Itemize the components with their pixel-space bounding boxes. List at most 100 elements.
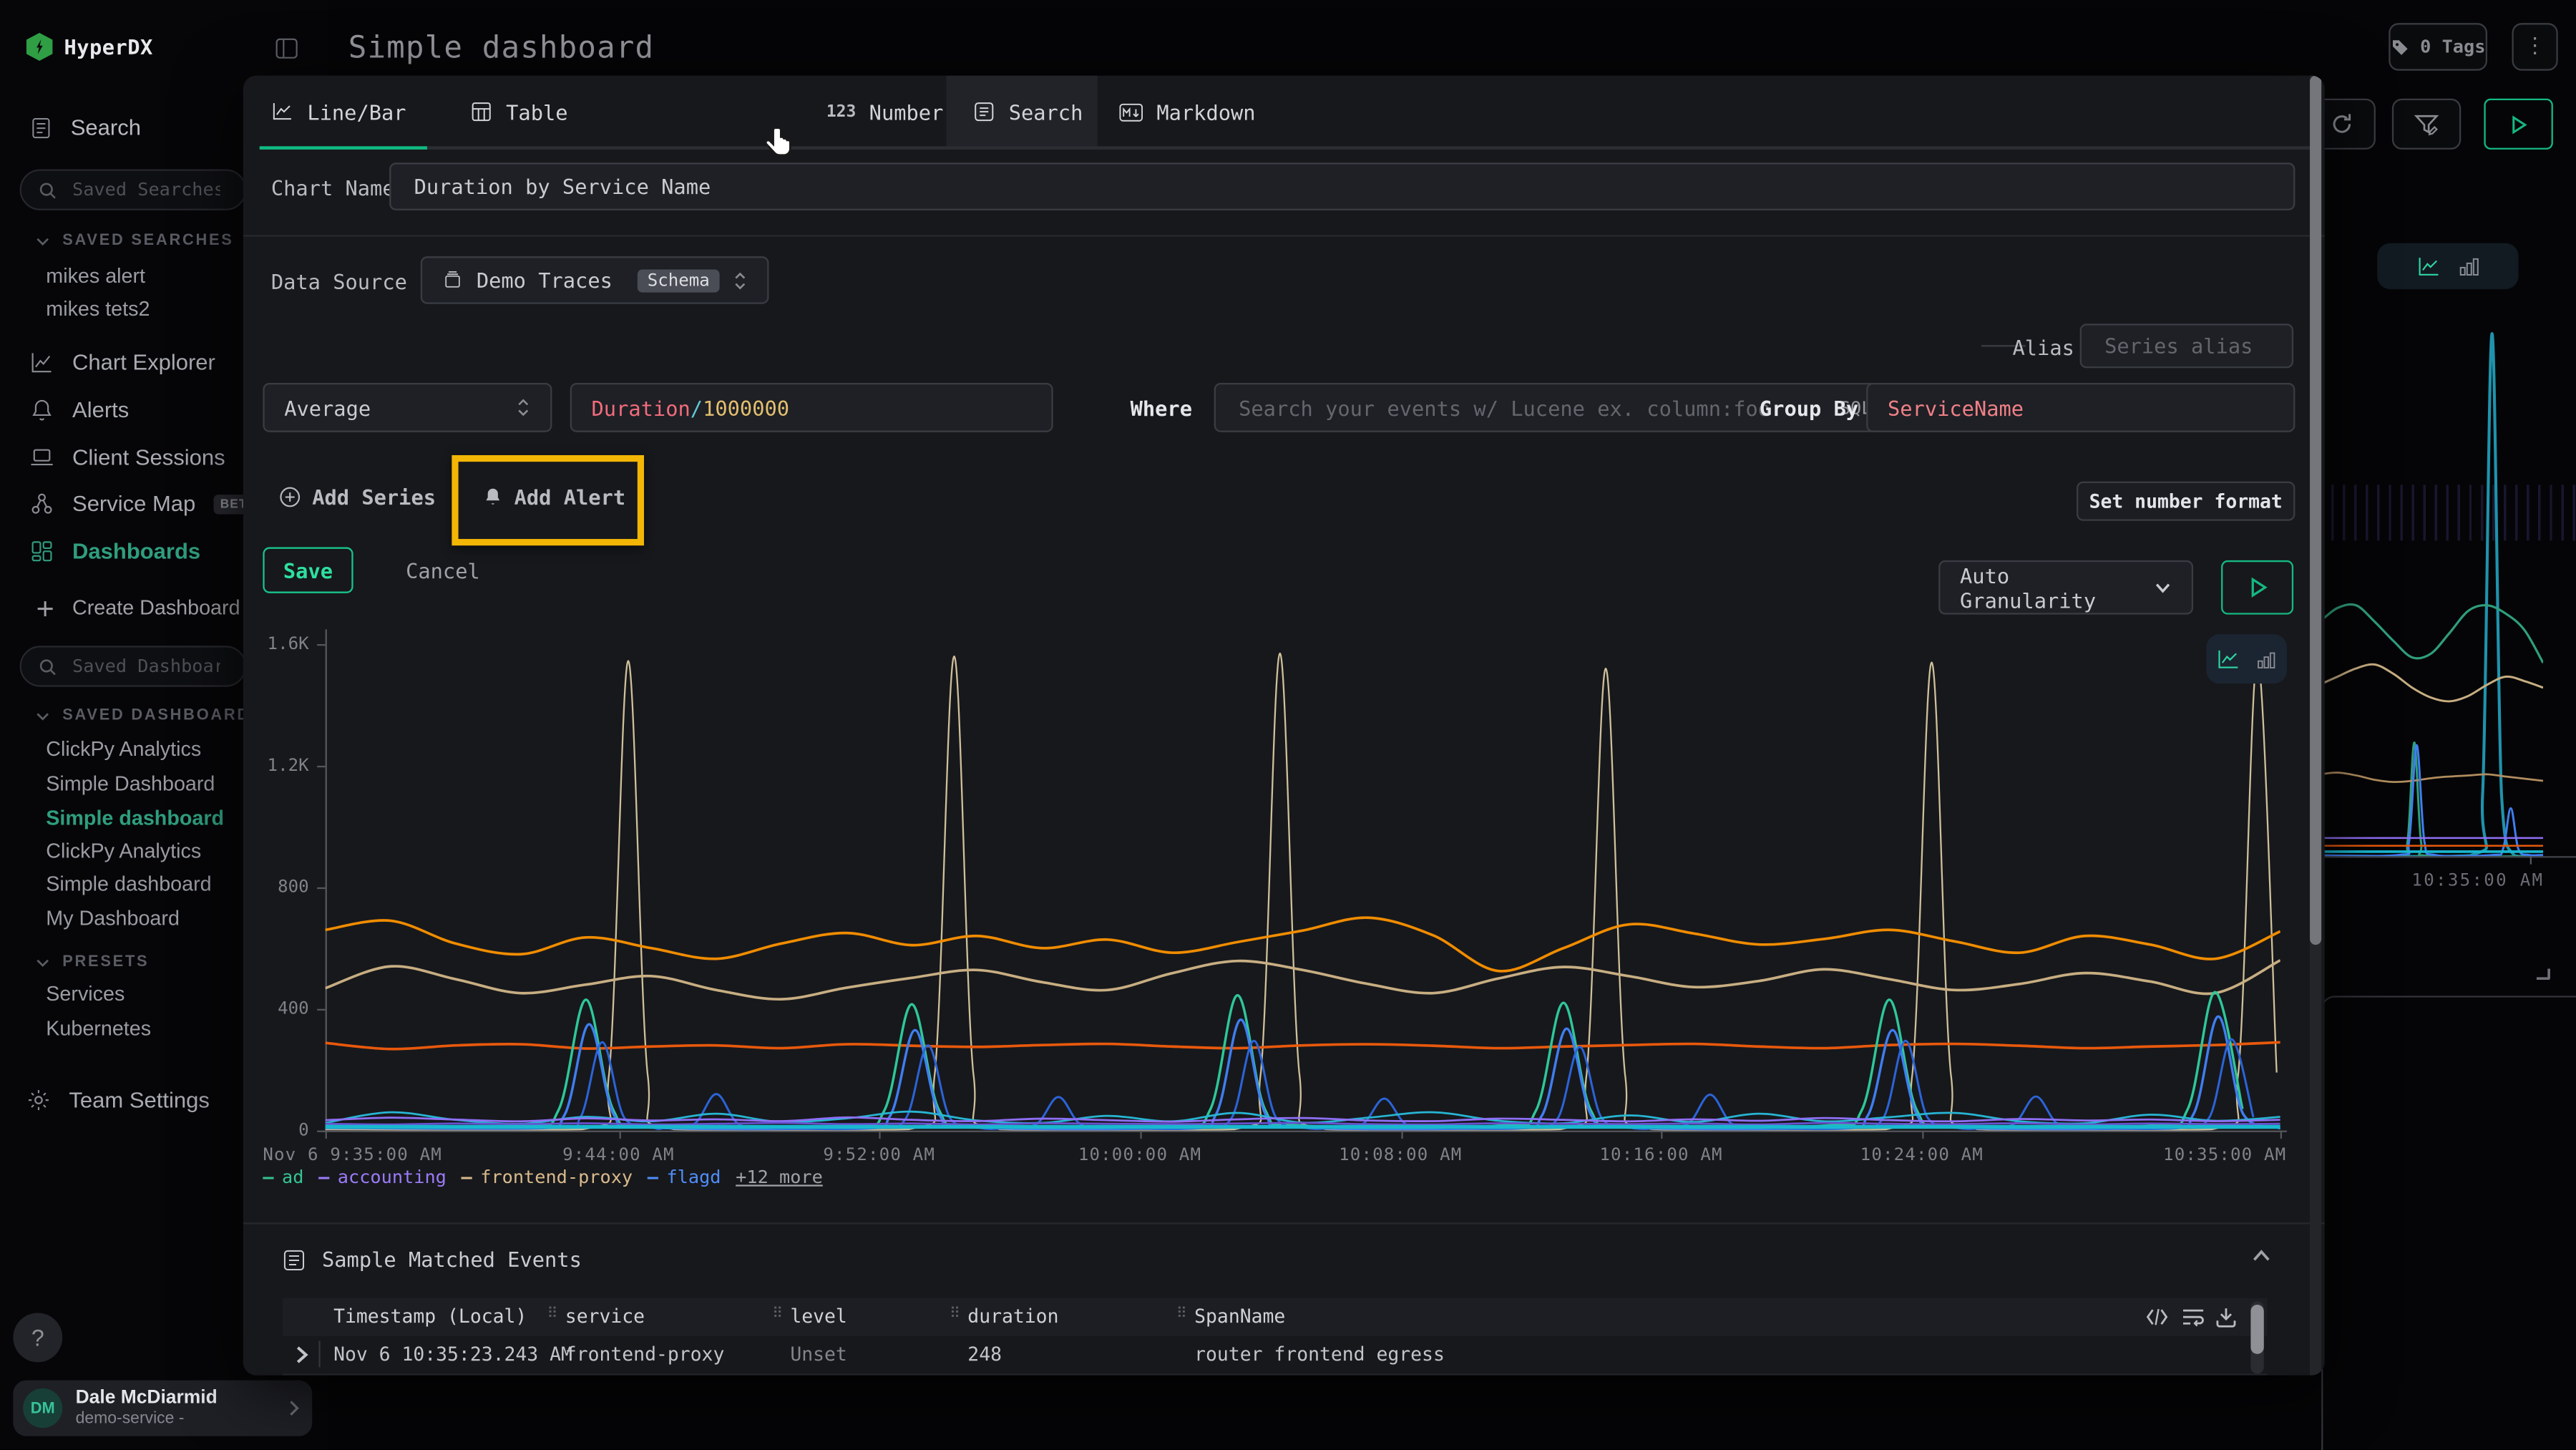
legend-item-accounting[interactable]: —accounting (318, 1167, 447, 1188)
chart-legend: —ad —accounting —frontend-proxy —flagd +… (263, 1167, 822, 1188)
column-header-service[interactable]: service (565, 1305, 645, 1328)
save-button[interactable]: Save (263, 548, 353, 593)
saved-dashboards-input[interactable] (69, 654, 223, 678)
column-header-spanname[interactable]: SpanName (1194, 1305, 1285, 1328)
sidebar-collapse-button[interactable] (270, 31, 303, 64)
sidebar-item-service-map[interactable]: Service Map BETA (29, 491, 263, 515)
duration-by-service-chart[interactable] (326, 629, 2280, 1130)
sidebar-item-search[interactable]: Search (29, 115, 141, 140)
sidebar-item-team-settings[interactable]: Team Settings (26, 1088, 210, 1112)
saved-dashboard-item[interactable]: ClickPy Analytics (46, 840, 201, 862)
tab-line-bar[interactable]: Line/Bar (271, 76, 406, 148)
series-teal-spike (2300, 334, 2543, 857)
saved-searches-searchbox[interactable] (20, 169, 247, 210)
sidebar-item-client-sessions[interactable]: Client Sessions (29, 445, 225, 469)
page-title[interactable]: Simple dashboard (348, 31, 655, 66)
presets-section-header[interactable]: PRESETS (36, 953, 150, 971)
tags-button[interactable]: 0 Tags (2389, 23, 2487, 71)
saved-searches-section-header[interactable]: SAVED SEARCHES (36, 232, 234, 250)
group-by-input[interactable]: ServiceName (1866, 383, 2295, 432)
create-dashboard-button[interactable]: Create Dashboard (36, 596, 240, 619)
tab-search[interactable]: Search (972, 76, 1083, 148)
series-flagd (326, 1016, 2280, 1129)
column-header-duration[interactable]: duration (967, 1305, 1058, 1328)
saved-dashboard-item[interactable]: Simple Dashboard (46, 772, 215, 795)
sidebar-item-chart-explorer[interactable]: Chart Explorer (29, 350, 215, 374)
legend-item-ad[interactable]: —ad (263, 1167, 303, 1188)
download-icon[interactable] (2215, 1306, 2238, 1328)
preset-item-services[interactable]: Services (46, 983, 125, 1006)
set-number-format-button[interactable]: Set number format (2077, 482, 2295, 521)
aggregation-select[interactable]: Average (263, 383, 552, 432)
sidebar-item-alerts[interactable]: Alerts (29, 398, 129, 422)
alias-input[interactable] (2101, 332, 2272, 360)
where-label: Where (1131, 396, 1192, 420)
panel-resize-handle[interactable] (2533, 963, 2553, 983)
x-tick-label: 9:52:00 AM (823, 1145, 935, 1165)
add-series-button[interactable]: Add Series (279, 485, 436, 509)
saved-dashboard-item-active[interactable]: Simple dashboard (46, 807, 224, 829)
background-chart-type-toggle[interactable] (2377, 243, 2518, 289)
user-subtitle: demo-service - (76, 1409, 273, 1429)
saved-dashboard-item[interactable]: My Dashboard (46, 907, 180, 930)
code-icon[interactable] (2145, 1306, 2168, 1328)
series-tan2-wave (2300, 773, 2543, 782)
filter-button[interactable] (2392, 99, 2461, 150)
column-drag-handle[interactable]: ⠿ (547, 1306, 558, 1323)
user-profile-card[interactable]: DM Dale McDiarmid demo-service - (13, 1381, 312, 1436)
x-tick-label: 10:24:00 AM (1860, 1145, 1984, 1165)
event-row[interactable]: Nov 6 10:35:23.243 AM frontend-proxy Uns… (283, 1336, 2267, 1376)
alias-inputbox (2080, 323, 2293, 368)
field-expression-input[interactable]: Duration/1000000 (570, 383, 1053, 432)
chart-type-toggle[interactable] (2206, 634, 2287, 683)
series-frontend-spikes (326, 653, 2277, 1130)
legend-item-frontend-proxy[interactable]: —frontend-proxy (462, 1167, 633, 1188)
column-header-timestamp[interactable]: Timestamp (Local) (333, 1305, 527, 1328)
column-drag-handle[interactable]: ⠿ (1176, 1306, 1187, 1323)
tab-table[interactable]: Table (470, 76, 568, 148)
modal-scrollbar-thumb[interactable] (2310, 76, 2321, 945)
column-drag-handle[interactable]: ⠿ (772, 1306, 783, 1323)
column-drag-handle[interactable]: ⠿ (950, 1306, 960, 1323)
tab-number[interactable]: 123 Number (826, 76, 944, 148)
saved-dashboards-searchbox[interactable] (20, 646, 247, 686)
field-token-slash: / (691, 395, 703, 419)
sidebar-item-dashboards[interactable]: Dashboards (29, 539, 200, 563)
legend-item-flagd[interactable]: —flagd (648, 1167, 721, 1188)
saved-dashboard-item[interactable]: Simple dashboard (46, 872, 211, 895)
chart-name-input[interactable] (411, 172, 2274, 200)
series-orange-wave (326, 918, 2280, 971)
collapse-chevron-up-icon[interactable] (2250, 1245, 2272, 1267)
event-row-clipped[interactable]: Nov 6 10:35:23.243 AM frontend-proxy Uns… (283, 1373, 2267, 1375)
chevron-down-icon (2154, 578, 2172, 596)
run-chart-button[interactable] (2221, 560, 2293, 615)
tab-markdown[interactable]: Markdown (1119, 76, 1256, 148)
panel-collapse-icon (273, 35, 298, 59)
line-chart-icon (2216, 646, 2240, 671)
saved-searches-input[interactable] (69, 177, 223, 202)
column-header-level[interactable]: level (790, 1305, 847, 1328)
legend-more-link[interactable]: +12 more (736, 1167, 823, 1188)
help-button[interactable]: ? (13, 1313, 62, 1362)
wrap-text-icon[interactable] (2182, 1306, 2205, 1328)
schema-badge[interactable]: Schema (638, 268, 720, 291)
alias-label: Alias (2013, 335, 2074, 359)
run-query-button-background[interactable] (2484, 99, 2552, 150)
kebab-menu-button[interactable]: ⋮ (2512, 23, 2557, 71)
saved-search-item[interactable]: mikes alert (46, 265, 145, 288)
hyperdx-logo[interactable]: HyperDX (26, 33, 153, 61)
saved-search-item[interactable]: mikes tets2 (46, 298, 150, 321)
preset-item-kubernetes[interactable]: Kubernetes (46, 1017, 151, 1040)
saved-dashboards-section-header[interactable]: SAVED DASHBOARDS (36, 706, 263, 724)
granularity-select[interactable]: Auto Granularity (1938, 560, 2193, 615)
data-source-select[interactable]: Demo Traces Schema (421, 256, 769, 304)
expand-row-chevron-icon[interactable] (293, 1346, 311, 1363)
table-icon (470, 100, 493, 123)
saved-dashboard-item[interactable]: ClickPy Analytics (46, 738, 201, 761)
x-axis-tick (326, 1131, 327, 1139)
sidebar-item-label: Service Map (72, 491, 195, 515)
x-axis-line (322, 1131, 2287, 1132)
cancel-button[interactable]: Cancel (406, 559, 480, 583)
background-dashboard-chart[interactable] (2300, 296, 2543, 857)
where-input[interactable] (1236, 394, 1840, 422)
